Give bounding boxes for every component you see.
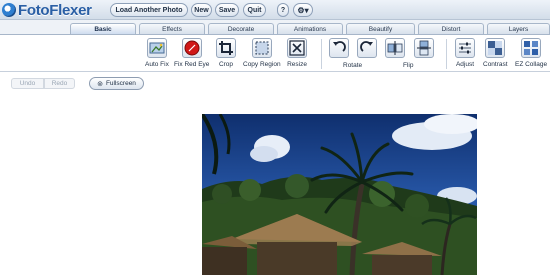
settings-button[interactable]: ⚙▾ <box>293 3 313 17</box>
rotate-left-icon <box>329 38 349 58</box>
rotate-right-button[interactable] <box>357 38 377 58</box>
tropical-beach-photo <box>202 114 477 275</box>
resize-tool[interactable]: Resize <box>287 38 307 68</box>
resize-icon <box>287 38 307 58</box>
fullscreen-button[interactable]: ⊚ Fullscreen <box>89 77 144 90</box>
flip-horizontal-icon <box>385 38 405 58</box>
redo-button[interactable]: Redo <box>44 78 75 89</box>
tab-basic[interactable]: Basic <box>70 23 136 34</box>
fix-red-eye-label: Fix Red Eye <box>174 61 210 68</box>
crop-icon <box>216 38 236 58</box>
ez-collage-label: EZ Collage <box>515 61 548 68</box>
crop-label: Crop <box>218 61 234 68</box>
camera-lens-icon <box>2 3 16 17</box>
contrast-label: Contrast <box>483 61 508 68</box>
toolbar-divider <box>321 39 322 69</box>
fullscreen-label: Fullscreen <box>105 80 136 87</box>
auto-fix-tool[interactable]: Auto Fix <box>145 38 169 68</box>
new-button[interactable]: New <box>191 3 212 17</box>
adjust-tool[interactable]: Adjust <box>455 38 475 68</box>
ez-collage-tool[interactable]: EZ Collage <box>515 38 547 68</box>
tab-bar: Basic Effects Decorate Animations Beauti… <box>0 20 550 34</box>
contrast-tool[interactable]: Contrast <box>483 38 508 68</box>
gear-icon: ⚙▾ <box>297 5 309 15</box>
red-eye-icon <box>181 38 202 58</box>
fullscreen-icon: ⊚ <box>97 80 103 88</box>
contrast-icon <box>485 38 506 58</box>
tab-effects[interactable]: Effects <box>139 23 205 34</box>
auto-fix-icon <box>146 38 167 58</box>
copy-region-tool[interactable]: Copy Region <box>243 38 281 68</box>
crop-tool[interactable]: Crop <box>216 38 236 68</box>
tab-animations[interactable]: Animations <box>277 23 343 34</box>
load-another-photo-button[interactable]: Load Another Photo <box>110 3 188 17</box>
auto-fix-label: Auto Fix <box>145 61 169 68</box>
app-title: FotoFlexer <box>18 1 92 19</box>
tab-decorate[interactable]: Decorate <box>208 23 274 34</box>
flip-horizontal-button[interactable] <box>385 38 405 58</box>
rotate-label: Rotate <box>343 62 363 69</box>
photo-canvas[interactable] <box>202 114 477 275</box>
quit-button[interactable]: Quit <box>243 3 266 17</box>
toolbar-divider <box>446 39 447 69</box>
resize-label: Resize <box>287 61 307 68</box>
tab-distort[interactable]: Distort <box>418 23 484 34</box>
flip-label: Flip <box>403 62 414 69</box>
help-button[interactable]: ? <box>277 3 289 17</box>
tab-beautify[interactable]: Beautify <box>346 23 415 34</box>
top-bar: FotoFlexer Load Another Photo New Save Q… <box>0 0 550 20</box>
app-logo: FotoFlexer <box>2 1 92 19</box>
adjust-label: Adjust <box>455 61 475 68</box>
tools-panel: Auto Fix Fix Red Eye Crop Copy Region Re… <box>0 34 550 72</box>
tab-layers[interactable]: Layers <box>487 23 550 34</box>
undo-button[interactable]: Undo <box>11 78 44 89</box>
copy-region-label: Copy Region <box>243 61 281 68</box>
flip-vertical-button[interactable] <box>414 38 434 58</box>
rotate-right-icon <box>357 38 377 58</box>
fix-red-eye-tool[interactable]: Fix Red Eye <box>174 38 209 68</box>
history-bar: Undo Redo ⊚ Fullscreen <box>0 76 550 92</box>
flip-vertical-icon <box>414 38 434 58</box>
copy-region-icon <box>251 38 272 58</box>
save-button[interactable]: Save <box>215 3 239 17</box>
adjust-sliders-icon <box>455 38 475 58</box>
collage-grid-icon <box>521 38 542 58</box>
rotate-left-button[interactable] <box>329 38 349 58</box>
